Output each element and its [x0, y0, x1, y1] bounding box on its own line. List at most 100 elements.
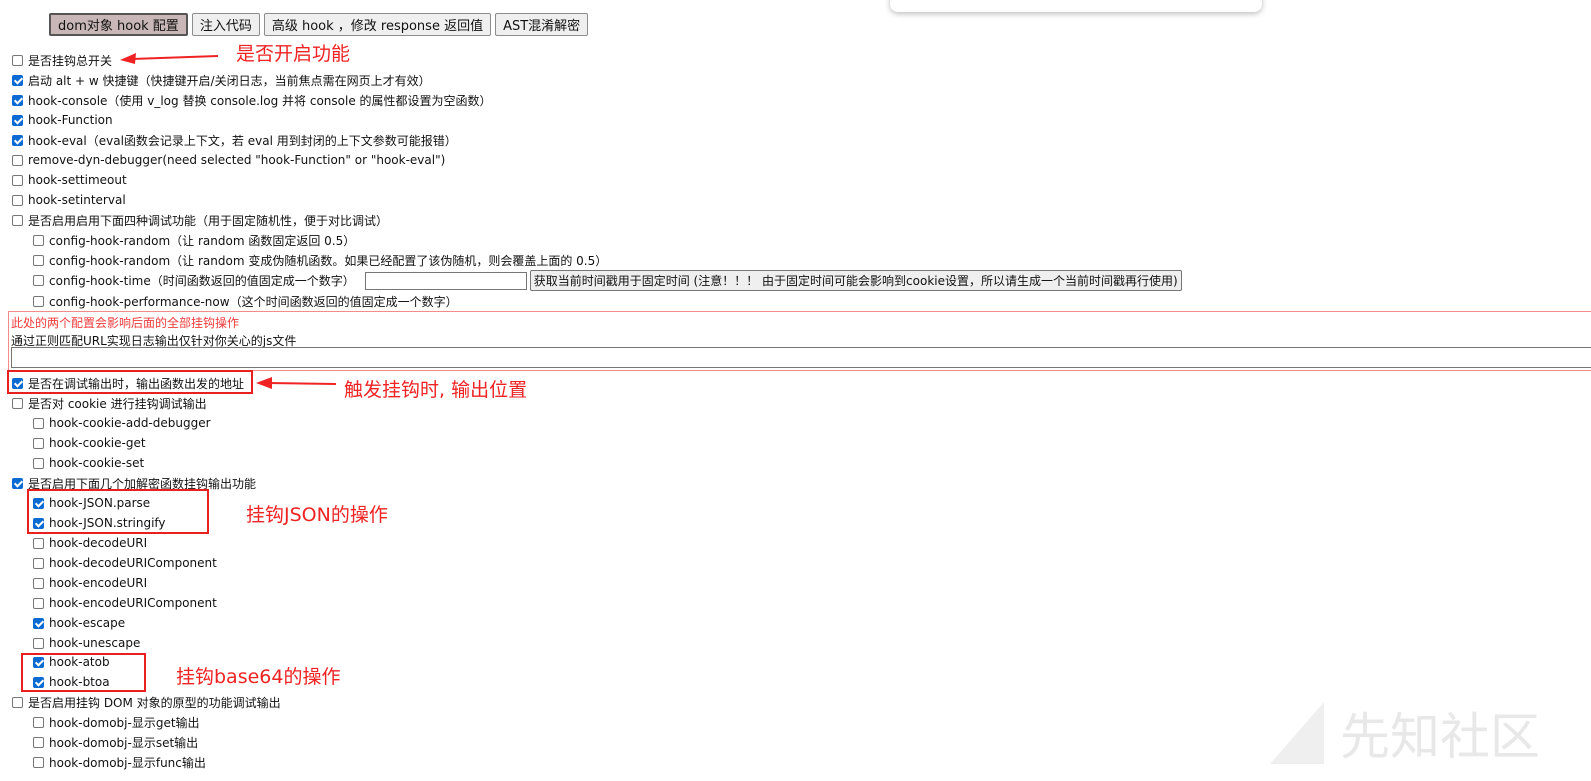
- annotation-output-location: 触发挂钩时, 输出位置: [344, 379, 528, 401]
- option-label: hook-decodeURI: [49, 536, 148, 550]
- hook-cookie-get-checkbox[interactable]: [33, 437, 44, 449]
- tab-ast-deobfuscate[interactable]: AST混淆解密: [495, 13, 589, 36]
- url-regex-config: 此处的两个配置会影响后面的全部挂钩操作 通过正则匹配URL实现日志输出仅针对你关…: [8, 311, 1591, 371]
- option-label: hook-console（使用 v_log 替换 console.log 并将 …: [28, 93, 492, 108]
- option-label: hook-cookie-add-debugger: [49, 416, 211, 430]
- option-row[interactable]: config-hook-random（让 random 变成伪随机函数。如果已经…: [33, 251, 607, 269]
- hook-cookie-group-checkbox[interactable]: [12, 397, 23, 409]
- option-row[interactable]: 是否对 cookie 进行挂钩调试输出: [12, 394, 207, 412]
- option-label: hook-cookie-get: [49, 436, 146, 450]
- option-label: config-hook-time（时间函数返回的值固定成一个数字）: [49, 274, 355, 288]
- crypto-hook-group-checkbox[interactable]: [12, 477, 23, 489]
- regex-warning-text: 此处的两个配置会影响后面的全部挂钩操作: [11, 316, 240, 330]
- option-label: 是否对 cookie 进行挂钩调试输出: [28, 396, 207, 411]
- annotation-master-switch: 是否开启功能: [236, 43, 351, 65]
- option-row[interactable]: hook-console（使用 v_log 替换 console.log 并将 …: [12, 91, 492, 109]
- option-row[interactable]: hook-domobj-显示set输出: [33, 733, 198, 751]
- remove-dyn-debugger-checkbox[interactable]: [12, 154, 23, 166]
- fixed-time-input[interactable]: [364, 271, 527, 290]
- option-row[interactable]: hook-settimeout: [12, 171, 127, 189]
- option-label: 启动 alt + w 快捷键（快捷键开启/关闭日志，当前焦点需在网页上才有效）: [28, 73, 431, 88]
- option-label: hook-settimeout: [28, 173, 127, 187]
- option-label: hook-domobj-显示func输出: [49, 755, 206, 770]
- option-row[interactable]: hook-domobj-显示get输出: [33, 713, 200, 731]
- hook-decodeuricomponent-checkbox[interactable]: [33, 557, 44, 569]
- hook-escape-checkbox[interactable]: [33, 617, 44, 629]
- hook-settimeout-checkbox[interactable]: [12, 174, 23, 186]
- hook-domobj-group-checkbox[interactable]: [12, 696, 23, 708]
- option-row[interactable]: hook-setinterval: [12, 191, 126, 209]
- floating-popup-edge: [890, 0, 1262, 12]
- option-label: remove-dyn-debugger(need selected "hook-…: [28, 153, 446, 167]
- hook-decodeuri-checkbox[interactable]: [33, 537, 44, 549]
- option-row[interactable]: 启动 alt + w 快捷键（快捷键开启/关闭日志，当前焦点需在网页上才有效）: [12, 71, 431, 89]
- master-switch-checkbox[interactable]: [12, 54, 23, 66]
- option-label: hook-eval（eval函数会记录上下文，若 eval 用到封闭的上下文参数…: [28, 133, 457, 148]
- annotation-arrow: [256, 377, 337, 389]
- hook-cookie-set-checkbox[interactable]: [33, 457, 44, 469]
- config-hook-performance-now-checkbox[interactable]: [33, 295, 44, 307]
- tab-dom-hook-config[interactable]: dom对象 hook 配置: [49, 13, 188, 36]
- option-row[interactable]: hook-Function: [12, 111, 113, 129]
- url-regex-input[interactable]: [11, 347, 1591, 368]
- hook-console-checkbox[interactable]: [12, 94, 23, 106]
- option-row[interactable]: hook-escape: [33, 614, 125, 632]
- annotation-json-hook: 挂钩JSON的操作: [246, 504, 388, 526]
- option-row[interactable]: hook-cookie-set: [33, 454, 144, 472]
- hook-setinterval-checkbox[interactable]: [12, 194, 23, 206]
- config-hook-time-checkbox[interactable]: [33, 275, 44, 286]
- option-row[interactable]: config-hook-random（让 random 函数固定返回 0.5）: [33, 231, 355, 249]
- hook-domobj-func-checkbox[interactable]: [33, 756, 44, 768]
- option-label: hook-unescape: [49, 636, 141, 650]
- option-label: hook-domobj-显示set输出: [49, 735, 199, 750]
- option-row[interactable]: 是否启用启用下面四种调试功能（用于固定随机性，便于对比调试）: [12, 211, 388, 229]
- option-row[interactable]: hook-encodeURIComponent: [33, 594, 217, 612]
- option-row[interactable]: 是否挂钩总开关: [12, 51, 112, 69]
- option-row[interactable]: hook-eval（eval函数会记录上下文，若 eval 用到封闭的上下文参数…: [12, 131, 457, 149]
- option-row[interactable]: hook-encodeURI: [33, 574, 147, 592]
- option-label: 是否启用挂钩 DOM 对象的原型的功能调试输出: [28, 695, 281, 710]
- option-row[interactable]: hook-cookie-get: [33, 434, 146, 452]
- option-row[interactable]: 是否启用挂钩 DOM 对象的原型的功能调试输出: [12, 693, 281, 711]
- option-label: hook-cookie-set: [49, 456, 145, 470]
- option-label: config-hook-performance-now（这个时间函数返回的值固定…: [49, 294, 458, 309]
- debug-features-checkbox[interactable]: [12, 214, 23, 226]
- hook-domobj-get-checkbox[interactable]: [33, 716, 44, 728]
- hook-function-checkbox[interactable]: [12, 114, 23, 126]
- shortcut-checkbox[interactable]: [12, 74, 23, 86]
- tab-inject-code[interactable]: 注入代码: [191, 13, 260, 36]
- config-hook-random-fixed-checkbox[interactable]: [33, 234, 44, 246]
- option-label: hook-setinterval: [28, 193, 126, 207]
- option-label: hook-encodeURI: [49, 576, 148, 590]
- annotation-arrow: [120, 53, 219, 64]
- watermark-logo-icon: [1270, 702, 1324, 764]
- option-label: 是否挂钩总开关: [28, 53, 113, 68]
- highlight-box: [27, 489, 209, 534]
- hook-unescape-checkbox[interactable]: [33, 637, 44, 649]
- option-row[interactable]: config-hook-performance-now（这个时间函数返回的值固定…: [33, 292, 458, 310]
- option-label: config-hook-random（让 random 变成伪随机函数。如果已经…: [49, 253, 608, 268]
- get-timestamp-button[interactable]: 获取当前时间戳用于固定时间 (注意！！！ 由于固定时间可能会影响到cookie设…: [529, 270, 1182, 291]
- option-row[interactable]: config-hook-time（时间函数返回的值固定成一个数字） 获取当前时间…: [33, 270, 1182, 291]
- hook-encodeuri-checkbox[interactable]: [33, 577, 44, 589]
- option-label: hook-decodeURIComponent: [49, 556, 217, 570]
- option-label: hook-domobj-显示get输出: [49, 715, 200, 730]
- tab-advanced-hook[interactable]: 高级 hook ，修改 response 返回值: [263, 13, 492, 36]
- hook-eval-checkbox[interactable]: [12, 134, 23, 146]
- hook-cookie-add-debugger-checkbox[interactable]: [33, 417, 44, 429]
- highlight-box: [21, 653, 146, 692]
- config-hook-random-pseudo-checkbox[interactable]: [33, 254, 44, 266]
- option-label: hook-escape: [49, 616, 126, 630]
- hook-domobj-set-checkbox[interactable]: [33, 736, 44, 748]
- tab-bar: dom对象 hook 配置 注入代码 高级 hook ，修改 response …: [49, 13, 589, 36]
- watermark: 先知社区: [1270, 698, 1570, 768]
- option-row[interactable]: hook-domobj-显示func输出: [33, 753, 206, 771]
- watermark-text: 先知社区: [1340, 708, 1540, 766]
- option-row[interactable]: hook-decodeURI: [33, 534, 147, 552]
- option-row[interactable]: hook-decodeURIComponent: [33, 554, 217, 572]
- hook-encodeuricomponent-checkbox[interactable]: [33, 597, 44, 609]
- option-label: hook-Function: [28, 113, 113, 127]
- option-row[interactable]: hook-unescape: [33, 634, 140, 652]
- option-row[interactable]: hook-cookie-add-debugger: [33, 414, 211, 432]
- option-row[interactable]: remove-dyn-debugger(need selected "hook-…: [12, 151, 445, 169]
